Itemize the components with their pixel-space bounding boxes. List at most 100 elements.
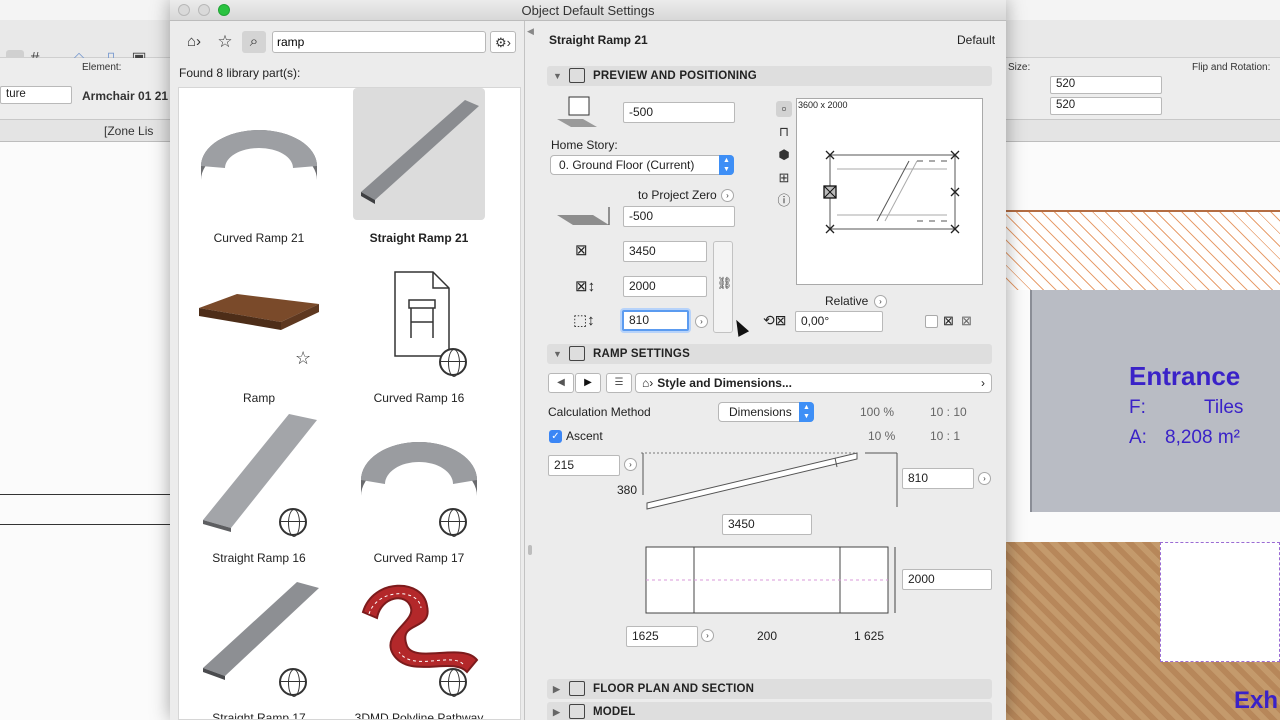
- library-item-name: Curved Ramp 17: [373, 551, 465, 565]
- ascent-checkbox[interactable]: ✓: [549, 430, 562, 443]
- panel-splitter-handle[interactable]: [528, 545, 532, 555]
- section-floor-plan-section[interactable]: ▶ FLOOR PLAN AND SECTION: [547, 679, 992, 699]
- diagram-landing-arrow-button[interactable]: ›: [701, 629, 714, 642]
- zoom-window-button[interactable]: [218, 4, 230, 16]
- home-story-label: Home Story:: [551, 138, 618, 152]
- height-arrow-button[interactable]: ›: [695, 315, 708, 328]
- diagram-height-arrow-button[interactable]: ›: [978, 472, 991, 485]
- length-field[interactable]: 2000: [623, 276, 707, 297]
- next-page-button[interactable]: ▶: [575, 373, 601, 393]
- collapsed-triangle-icon: ▶: [553, 684, 561, 694]
- library-item-name: 3DMD Polyline Pathway: [354, 711, 484, 720]
- plan-line: [0, 524, 170, 525]
- collapsed-triangle-icon: ▶: [553, 707, 561, 717]
- library-item-curved-ramp-21[interactable]: Curved Ramp 21: [179, 88, 339, 248]
- bg-size-height-field[interactable]: 520: [1050, 97, 1162, 115]
- library-parts-grid: Curved Ramp 21 Straight Ramp 21 ☆ Ramp C…: [178, 87, 521, 720]
- library-item-3dmd-polyline-pathway[interactable]: 3DMD Polyline Pathway: [339, 568, 499, 720]
- width-dimension-icon: ⊠: [575, 242, 588, 259]
- page-list-icon[interactable]: ☰: [606, 373, 632, 393]
- settings-gear-icon[interactable]: ⚙›: [490, 31, 516, 53]
- found-count: Found 8 library part(s):: [179, 66, 301, 80]
- globe-icon: [279, 508, 307, 537]
- globe-icon: [439, 508, 467, 537]
- height-dimension-icon: ⬚↕: [573, 312, 595, 329]
- preview-plan-drawing: [823, 150, 960, 234]
- object-preview: 3600 x 2000: [796, 98, 983, 285]
- section-view-icon[interactable]: ⊓: [776, 124, 792, 140]
- globe-icon: [279, 668, 307, 697]
- diagram-length-field[interactable]: 2000: [902, 569, 992, 590]
- mirror-checkbox[interactable]: [925, 315, 938, 328]
- width-field[interactable]: 3450: [623, 241, 707, 262]
- home-story-value: 0. Ground Floor (Current): [559, 158, 695, 172]
- plan-line: [0, 494, 170, 495]
- length-dimension-icon: ⊠↕: [575, 278, 596, 295]
- model-section-icon: [569, 704, 585, 719]
- search-icon[interactable]: ⌕: [242, 31, 266, 53]
- ramp-elevation-diagram: [641, 452, 898, 510]
- library-item-ramp[interactable]: ☆ Ramp: [179, 248, 339, 408]
- dialog-title: Object Default Settings: [521, 3, 655, 18]
- section-preview-positioning[interactable]: ▼ PREVIEW AND POSITIONING: [547, 66, 992, 86]
- ratio-2: 10 : 1: [930, 429, 961, 443]
- flip-icon[interactable]: ⊠: [943, 313, 954, 329]
- section-ramp-settings[interactable]: ▼ RAMP SETTINGS: [547, 344, 992, 364]
- calc-method-select[interactable]: Dimensions ▲ ▼: [718, 402, 814, 422]
- calc-method-label: Calculation Method: [548, 405, 651, 419]
- bg-element-type-field[interactable]: ture: [0, 86, 72, 104]
- bg-zone-tab[interactable]: [Zone Lis: [104, 124, 153, 138]
- rotation-field[interactable]: 0,00°: [795, 311, 883, 332]
- relative-arrow-button[interactable]: ›: [874, 295, 887, 308]
- folder-tree-icon[interactable]: ⌂›: [182, 31, 206, 53]
- favorites-star-icon[interactable]: ☆: [214, 31, 236, 53]
- home-story-select[interactable]: 0. Ground Floor (Current) ▲ ▼: [550, 155, 734, 175]
- bg-size-width-field[interactable]: 520: [1050, 76, 1162, 94]
- default-label: Default: [957, 33, 996, 47]
- library-item-straight-ramp-17[interactable]: Straight Ramp 17: [179, 568, 339, 719]
- project-zero-field[interactable]: -500: [623, 206, 735, 227]
- diagram-landing-field[interactable]: 1625: [626, 626, 698, 647]
- project-zero-arrow-button[interactable]: ›: [721, 189, 734, 202]
- calc-method-value: Dimensions: [729, 405, 792, 419]
- elevation-view-icon[interactable]: ⊞: [776, 170, 792, 186]
- dialog-titlebar: Object Default Settings: [170, 0, 1006, 21]
- preview-section-icon: [569, 68, 585, 83]
- collapse-panel-icon[interactable]: ◀: [527, 26, 534, 37]
- elevation-offset-icon: [553, 95, 601, 133]
- diagram-middle-label: 200: [757, 629, 778, 643]
- library-item-name: Curved Ramp 16: [373, 391, 465, 405]
- info-icon[interactable]: ⓘ: [776, 193, 792, 209]
- proportion-chain[interactable]: ⛓: [713, 241, 733, 333]
- ratio-percent-2: 10 %: [868, 429, 896, 443]
- offset-top-field[interactable]: -500: [623, 102, 735, 123]
- search-field[interactable]: [272, 31, 486, 53]
- zone-name: Entrance: [1129, 361, 1241, 391]
- close-window-button[interactable]: [178, 4, 190, 16]
- search-input[interactable]: [273, 32, 485, 52]
- zone-area: 8,208 m²: [1165, 427, 1240, 448]
- section-title: RAMP SETTINGS: [593, 348, 690, 360]
- globe-icon: [439, 348, 467, 377]
- ramp-settings-icon: [569, 346, 585, 361]
- minimize-window-button[interactable]: [198, 4, 210, 16]
- library-item-straight-ramp-16[interactable]: Straight Ramp 16: [179, 408, 339, 568]
- to-project-zero-label: to Project Zero: [638, 188, 717, 202]
- diagram-left-field[interactable]: 215: [548, 455, 620, 476]
- 3d-view-icon[interactable]: ⬢: [776, 147, 792, 163]
- library-item-name: Straight Ramp 16: [212, 551, 306, 565]
- diagram-height-field[interactable]: 810: [902, 468, 974, 489]
- section-model[interactable]: ▶ MODEL: [547, 702, 992, 720]
- library-item-straight-ramp-21[interactable]: Straight Ramp 21: [339, 88, 499, 248]
- favorite-star-icon[interactable]: ☆: [295, 348, 311, 369]
- library-item-curved-ramp-16[interactable]: Curved Ramp 16: [339, 248, 499, 408]
- diagram-width-field[interactable]: 3450: [722, 514, 812, 535]
- plan-view-icon[interactable]: ▫: [776, 101, 792, 117]
- style-dimensions-menu[interactable]: ⌂› Style and Dimensions... ›: [635, 373, 992, 393]
- chain-link-icon: ⛓: [717, 276, 733, 290]
- library-item-curved-ramp-17[interactable]: Curved Ramp 17: [339, 408, 499, 568]
- rotation-angle-icon: ⟲⊠: [763, 312, 787, 328]
- flip-alt-icon[interactable]: ⊠: [961, 313, 972, 329]
- height-field[interactable]: 810: [622, 310, 689, 331]
- previous-page-button[interactable]: ◀: [548, 373, 574, 393]
